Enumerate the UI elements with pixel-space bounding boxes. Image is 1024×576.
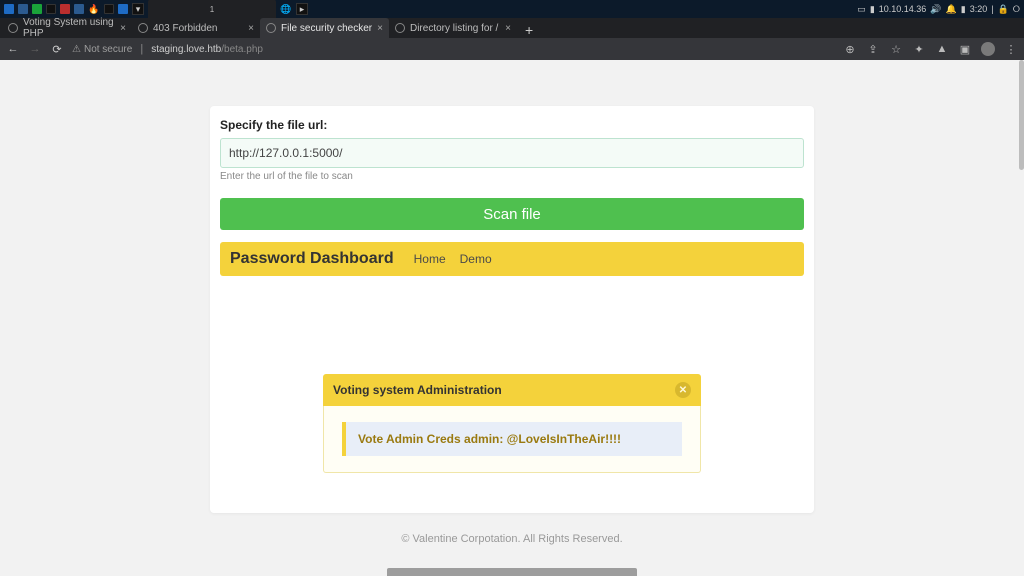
modal-body: Vote Admin Creds admin: @LoveIsInTheAir!… [323, 406, 701, 473]
taskbar-icon[interactable]: 🔥 [88, 3, 100, 15]
scan-file-button[interactable]: Scan file [220, 198, 804, 230]
credentials-alert: Vote Admin Creds admin: @LoveIsInTheAir!… [342, 422, 682, 456]
favicon-icon [138, 23, 148, 33]
url-text[interactable]: staging.love.htb/beta.php [151, 44, 263, 55]
tab-label: Directory listing for / [410, 23, 498, 34]
favicon-icon [395, 23, 405, 33]
favicon-icon [8, 23, 18, 33]
browser-tab[interactable]: Voting System using PHP × [2, 18, 132, 38]
file-url-input[interactable] [220, 138, 804, 168]
ip-address: 10.10.14.36 [879, 4, 927, 14]
new-tab-button[interactable]: + [517, 22, 541, 38]
admin-modal: Voting system Administration ✕ Vote Admi… [323, 374, 701, 473]
screen-icon[interactable]: ▭ [857, 4, 866, 15]
url-field-hint: Enter the url of the file to scan [220, 171, 804, 182]
close-icon[interactable]: × [120, 23, 126, 34]
close-icon[interactable]: × [377, 23, 383, 34]
panel-icon[interactable]: ▣ [958, 42, 972, 56]
divider: | [991, 4, 993, 14]
power-icon[interactable]: ⭘ [1013, 4, 1020, 15]
browser-tab[interactable]: 403 Forbidden × [132, 18, 260, 38]
bell-icon[interactable]: 🔔 [946, 4, 957, 15]
forward-button: → [28, 42, 42, 56]
security-indicator[interactable]: ⚠ Not secure [72, 44, 132, 55]
extensions-icon[interactable]: ✦ [912, 42, 926, 56]
workspace-label[interactable]: 1 [148, 0, 276, 19]
taskbar-icon[interactable]: 🌐 [280, 3, 292, 15]
favicon-icon [266, 23, 276, 33]
taskbar-icon[interactable] [18, 4, 28, 14]
close-icon[interactable]: × [505, 23, 511, 34]
taskbar-icon[interactable] [4, 4, 14, 14]
taskbar-icon[interactable] [74, 4, 84, 14]
browser-address-bar: ← → ⟳ ⚠ Not secure | staging.love.htb/be… [0, 38, 1024, 60]
close-icon[interactable]: × [248, 23, 254, 34]
warning-icon: ⚠ [72, 44, 81, 55]
avatar[interactable] [981, 42, 995, 56]
url-field-label: Specify the file url: [220, 118, 804, 132]
browser-tab-active[interactable]: File security checker × [260, 18, 389, 38]
browser-tab[interactable]: Directory listing for / × [389, 18, 517, 38]
browser-tab-strip: Voting System using PHP × 403 Forbidden … [0, 18, 1024, 38]
taskbar-icon[interactable]: ▾ [132, 3, 144, 15]
tab-label: 403 Forbidden [153, 23, 218, 34]
back-button[interactable]: ← [6, 42, 20, 56]
user-icon[interactable]: ▲ [935, 42, 949, 56]
page-viewport: Specify the file url: Enter the url of t… [0, 60, 1024, 576]
taskbar-icon[interactable] [60, 4, 70, 14]
clock: 3:20 [970, 4, 988, 14]
dashboard-navbar: Password Dashboard Home Demo [220, 242, 804, 276]
modal-title: Voting system Administration [333, 383, 502, 397]
taskbar-icon[interactable] [32, 4, 42, 14]
system-top-bar: 🔥 ▾ 1 🌐 ▸ ▭ ▮ 10.10.14.36 🔊 🔔 ▮ 3:20 | 🔒… [0, 0, 1024, 18]
taskbar-icon[interactable] [104, 4, 114, 14]
scanner-card: Specify the file url: Enter the url of t… [210, 106, 814, 513]
scrollbar-thumb[interactable] [1019, 60, 1024, 170]
terminal-icon[interactable]: ▸ [296, 3, 308, 15]
bottom-watermark [387, 568, 637, 576]
tab-label: File security checker [281, 23, 372, 34]
taskbar-icon[interactable] [46, 4, 56, 14]
dashboard-title: Password Dashboard [230, 250, 394, 268]
modal-header: Voting system Administration ✕ [323, 374, 701, 406]
tab-label: Voting System using PHP [23, 17, 115, 39]
search-icon[interactable]: ⊕ [843, 42, 857, 56]
bookmark-icon[interactable]: ☆ [889, 42, 903, 56]
share-icon[interactable]: ⇪ [866, 42, 880, 56]
reload-button[interactable]: ⟳ [50, 42, 64, 56]
sys-indicator[interactable]: ▮ [961, 4, 966, 15]
taskbar-icon[interactable] [118, 4, 128, 14]
security-label: Not secure [84, 44, 132, 55]
volume-icon[interactable]: 🔊 [930, 4, 941, 15]
close-icon[interactable]: ✕ [675, 382, 691, 398]
footer-inner: © Valentine Corpotation. All Rights Rese… [0, 533, 1024, 545]
nav-link-demo[interactable]: Demo [460, 252, 492, 266]
nav-link-home[interactable]: Home [414, 252, 446, 266]
menu-icon[interactable]: ⋮ [1004, 42, 1018, 56]
battery-icon[interactable]: ▮ [870, 4, 875, 15]
lock-icon[interactable]: 🔒 [998, 4, 1009, 15]
